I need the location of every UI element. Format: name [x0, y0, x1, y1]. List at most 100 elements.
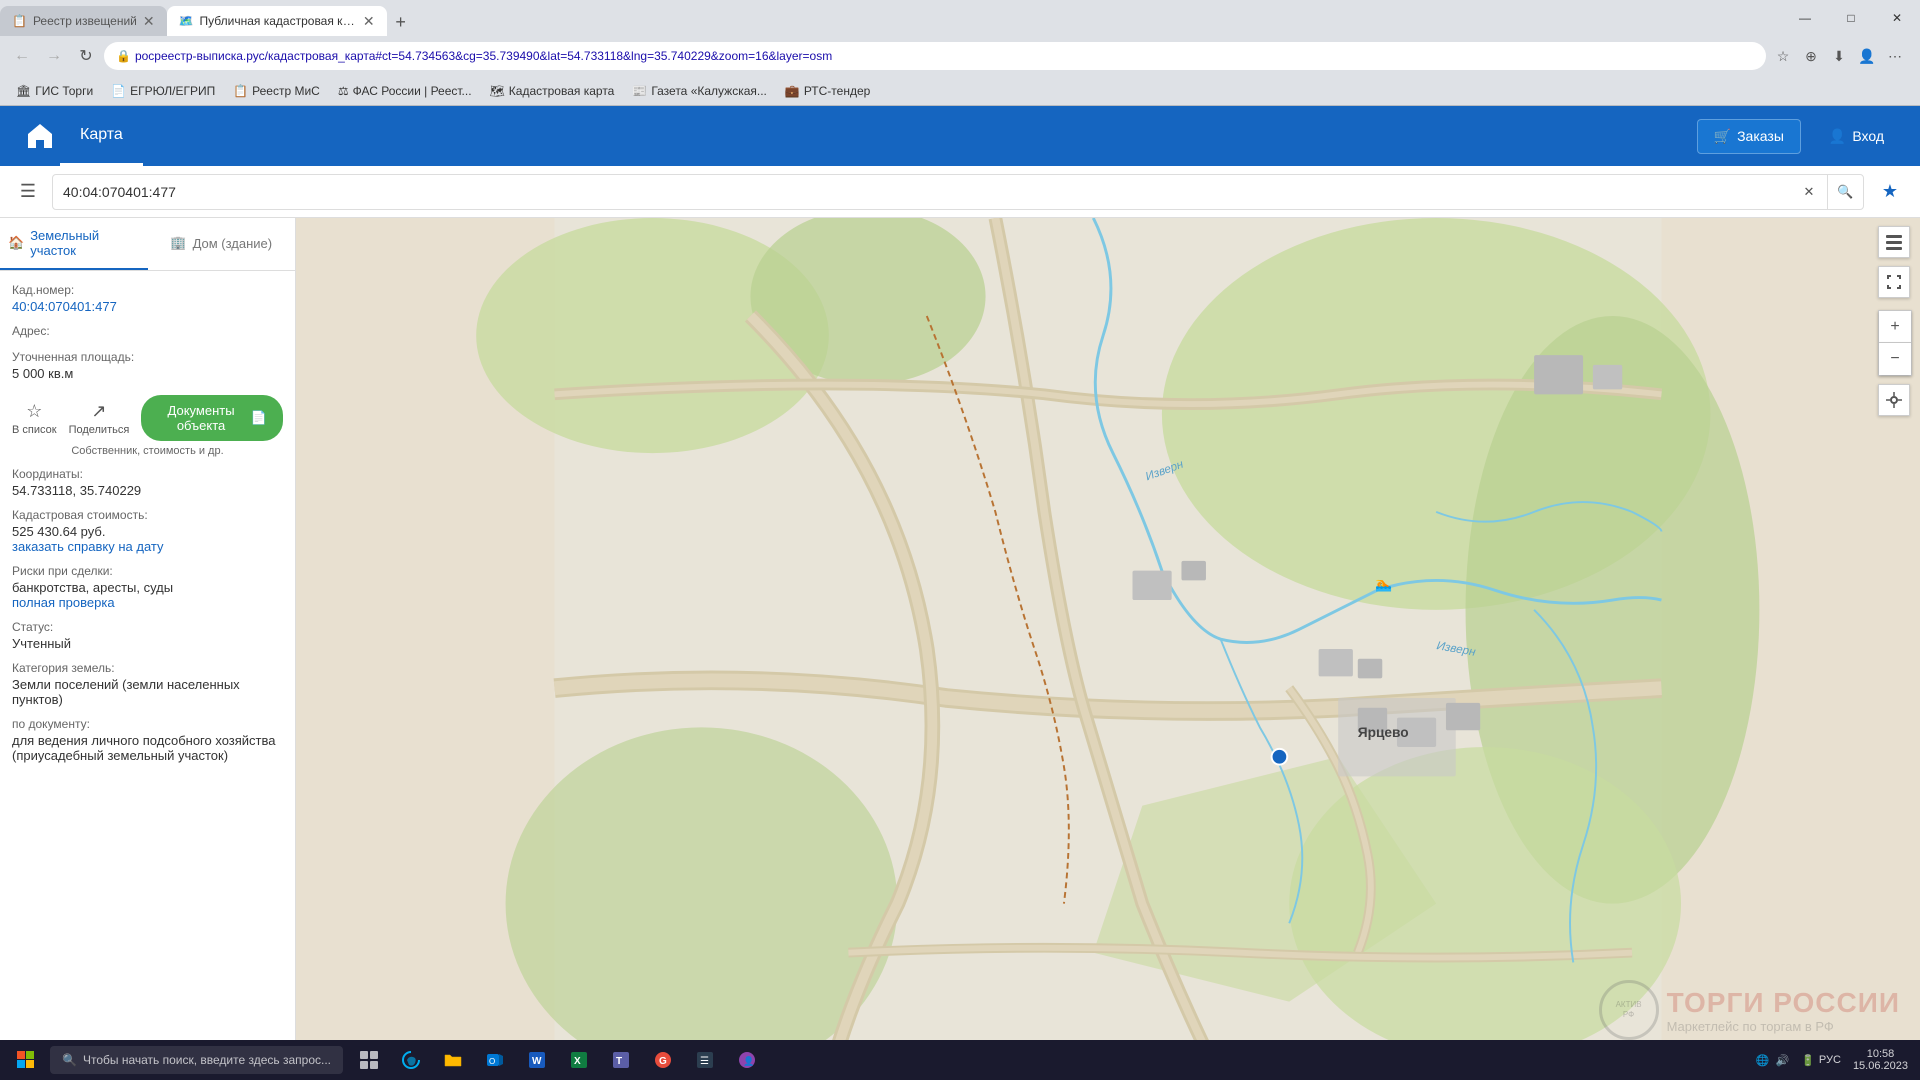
- bookmark-gazeta[interactable]: 📰 Газета «Калужская...: [624, 82, 775, 100]
- extension-icon[interactable]: ⊕: [1798, 43, 1824, 69]
- start-button[interactable]: [4, 1040, 48, 1080]
- star-icon: ☆: [26, 401, 42, 422]
- add-to-list-button[interactable]: ☆ В список: [12, 401, 57, 436]
- cart-button[interactable]: 🛒 Заказы: [1697, 119, 1801, 154]
- map-locate-button[interactable]: [1878, 384, 1910, 416]
- area-label: Уточненная площадь:: [12, 350, 283, 364]
- nav-right: 🛒 Заказы 👤 Вход: [1697, 119, 1900, 154]
- tab-close-2[interactable]: ✕: [363, 13, 375, 30]
- minimize-button[interactable]: —: [1782, 0, 1828, 36]
- docs-button[interactable]: Документы объекта 📄: [141, 395, 283, 441]
- map-area[interactable]: Изверн Изверн Ярцево 🏊: [296, 218, 1920, 1080]
- cart-label: Заказы: [1737, 128, 1784, 144]
- bookmarks-bar: 🏛 ГИС Торги 📄 ЕГРЮЛ/ЕГРИП 📋 Реестр МиС ⚖…: [0, 76, 1920, 106]
- tab-close-1[interactable]: ✕: [143, 13, 155, 30]
- outlook-taskbar[interactable]: O: [475, 1040, 515, 1080]
- risks-value: банкротства, аресты, суды: [12, 580, 283, 595]
- map-controls: + −: [1878, 226, 1912, 416]
- main-area: 🏠 Земельный участок 🏢 Дом (здание) Кад.н…: [0, 218, 1920, 1080]
- address-row: Адрес:: [12, 324, 283, 340]
- status-row: Статус: Учтенный: [12, 620, 283, 651]
- app-wrapper: Карта 🛒 Заказы 👤 Вход ☰ 40:04:070401:477…: [0, 106, 1920, 1080]
- reload-button[interactable]: ↻: [72, 42, 100, 70]
- cost-value: 525 430.64 руб.: [12, 524, 283, 539]
- tab-inactive[interactable]: 📋 Реестр извещений ✕: [0, 6, 167, 36]
- more-options-icon[interactable]: ⋯: [1882, 43, 1908, 69]
- address-bar[interactable]: 🔒 росреестр-выписка.рус/кадастровая_карт…: [104, 42, 1766, 70]
- bookmark-icon-2: 📄: [111, 84, 126, 98]
- map-layer-button[interactable]: [1878, 226, 1910, 258]
- svg-text:👤: 👤: [743, 1055, 754, 1066]
- bookmark-icon-1: 🏛: [16, 84, 31, 98]
- bookmark-fas[interactable]: ⚖ ФАС России | Реест...: [330, 82, 480, 100]
- kadastr-number-value[interactable]: 40:04:070401:477: [12, 299, 283, 314]
- back-button[interactable]: ←: [8, 42, 36, 70]
- map-nav-button[interactable]: Карта: [60, 106, 143, 166]
- cost-label: Кадастровая стоимость:: [12, 508, 283, 522]
- task-view-button[interactable]: [349, 1040, 389, 1080]
- excel-taskbar[interactable]: X: [559, 1040, 599, 1080]
- profile-icon[interactable]: 👤: [1854, 43, 1880, 69]
- bookmark-icon-4: ⚖: [338, 84, 349, 98]
- tab-title-1: Реестр извещений: [33, 14, 137, 28]
- app9-taskbar[interactable]: 👤: [727, 1040, 767, 1080]
- zoom-in-button[interactable]: +: [1879, 311, 1911, 343]
- tab-active[interactable]: 🗺️ Публичная кадастровая карта ... ✕: [167, 6, 387, 36]
- teams-taskbar[interactable]: T: [601, 1040, 641, 1080]
- hamburger-button[interactable]: ☰: [12, 176, 44, 208]
- watermark-logo: АКТИВРФ: [1599, 980, 1659, 1040]
- taskbar-search[interactable]: 🔍 Чтобы начать поиск, введите здесь запр…: [50, 1046, 343, 1074]
- search-input-wrapper: 40:04:070401:477 ✕ 🔍: [52, 174, 1864, 210]
- bookmark-reestr[interactable]: 📋 Реестр МиС: [225, 82, 328, 100]
- home-logo-button[interactable]: [20, 116, 60, 156]
- building-icon: 🏢: [170, 235, 186, 251]
- risks-link[interactable]: полная проверка: [12, 595, 283, 610]
- app7-taskbar[interactable]: G: [643, 1040, 683, 1080]
- bookmark-label-4: ФАС России | Реест...: [353, 84, 472, 98]
- bookmark-egrul[interactable]: 📄 ЕГРЮЛ/ЕГРИП: [103, 82, 223, 100]
- volume-icon[interactable]: 🔊: [1776, 1054, 1790, 1067]
- network-icon[interactable]: 🌐: [1756, 1054, 1770, 1067]
- login-button[interactable]: 👤 Вход: [1813, 120, 1900, 153]
- person-icon: 👤: [1829, 128, 1846, 145]
- watermark: АКТИВРФ ТОРГИ РОССИИ Маркетлейс по торга…: [1599, 980, 1900, 1040]
- bookmark-star-icon[interactable]: ☆: [1770, 43, 1796, 69]
- edge-browser-taskbar[interactable]: [391, 1040, 431, 1080]
- panel-actions: ☆ В список ↗ Поделиться Документы объект…: [12, 391, 283, 445]
- tab-favicon-1: 📋: [12, 14, 27, 28]
- bookmark-icon-5: 🗺: [490, 84, 505, 98]
- new-tab-button[interactable]: +: [387, 8, 415, 36]
- app8-taskbar[interactable]: ☰: [685, 1040, 725, 1080]
- map-canvas[interactable]: Изверн Изверн Ярцево 🏊: [296, 218, 1920, 1080]
- taskbar-clock[interactable]: 10:58 15.06.2023: [1845, 1048, 1916, 1072]
- forward-button[interactable]: →: [40, 42, 68, 70]
- taskbar-sys-tray: 🌐 🔊: [1748, 1054, 1797, 1067]
- bookmark-kadastr[interactable]: 🗺 Кадастровая карта: [482, 82, 623, 100]
- window-controls: — □ ✕: [1782, 0, 1920, 36]
- bookmark-gis[interactable]: 🏛 ГИС Торги: [8, 82, 101, 100]
- taskbar-sys-icons: 🔋 РУС: [1801, 1054, 1841, 1067]
- search-submit-button[interactable]: 🔍: [1827, 175, 1863, 209]
- watermark-subtitle: Маркетлейс по торгам в РФ: [1667, 1019, 1900, 1034]
- cost-link[interactable]: заказать справку на дату: [12, 539, 283, 554]
- zoom-out-button[interactable]: −: [1879, 343, 1911, 375]
- search-favorite-button[interactable]: ★: [1872, 174, 1908, 210]
- search-input[interactable]: 40:04:070401:477: [53, 184, 1791, 200]
- battery-icon[interactable]: 🔋: [1801, 1054, 1815, 1067]
- share-button[interactable]: ↗ Поделиться: [69, 401, 130, 436]
- panel-tabs: 🏠 Земельный участок 🏢 Дом (здание): [0, 218, 295, 271]
- tab-building[interactable]: 🏢 Дом (здание): [148, 218, 296, 270]
- word-taskbar[interactable]: W: [517, 1040, 557, 1080]
- map-fullscreen-button[interactable]: [1878, 266, 1910, 298]
- lang-indicator[interactable]: РУС: [1819, 1054, 1841, 1066]
- watermark-title: ТОРГИ РОССИИ: [1667, 987, 1900, 1019]
- explorer-taskbar[interactable]: [433, 1040, 473, 1080]
- close-button[interactable]: ✕: [1874, 0, 1920, 36]
- panel-content: Кад.номер: 40:04:070401:477 Адрес: Уточн…: [0, 271, 295, 1080]
- bookmark-rts[interactable]: 💼 РТС-тендер: [777, 82, 878, 100]
- document-label: по документу:: [12, 717, 283, 731]
- maximize-button[interactable]: □: [1828, 0, 1874, 36]
- tab-land[interactable]: 🏠 Земельный участок: [0, 218, 148, 270]
- download-icon[interactable]: ⬇: [1826, 43, 1852, 69]
- search-clear-button[interactable]: ✕: [1791, 175, 1827, 209]
